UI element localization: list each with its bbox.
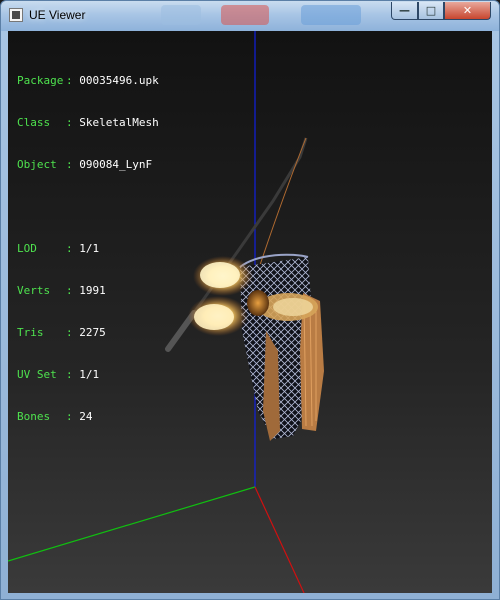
info-separator: : bbox=[66, 284, 80, 297]
info-label: Class bbox=[17, 116, 51, 129]
package-value: 00035496.upk bbox=[79, 74, 159, 87]
info-label: LOD bbox=[17, 242, 37, 255]
viewport[interactable]: Package: 00035496.upk Class: SkeletalMes… bbox=[8, 31, 492, 593]
info-row-uvset: UV Set: 1/1 bbox=[17, 368, 159, 382]
info-separator: : bbox=[66, 242, 80, 255]
background-blur bbox=[301, 5, 361, 25]
info-separator: : bbox=[66, 116, 80, 129]
minimize-icon: — bbox=[399, 4, 410, 17]
info-row-lod: LOD: 1/1 bbox=[17, 242, 159, 256]
bow-loop-bottom bbox=[194, 304, 234, 330]
info-separator: : bbox=[66, 326, 80, 339]
tris-value: 2275 bbox=[79, 326, 106, 339]
uvset-value: 1/1 bbox=[79, 368, 100, 381]
info-row-verts: Verts: 1991 bbox=[17, 284, 159, 298]
info-label: Package bbox=[17, 74, 64, 87]
object-value: 090084_LynF bbox=[79, 158, 153, 171]
app-icon bbox=[9, 8, 23, 22]
background-blur bbox=[161, 5, 201, 25]
bow-loop-top bbox=[200, 262, 240, 288]
title-bar[interactable]: UE Viewer — □ ✕ bbox=[1, 1, 499, 31]
info-separator: : bbox=[66, 74, 80, 87]
background-blur bbox=[221, 5, 269, 25]
window-title: UE Viewer bbox=[29, 8, 86, 22]
info-row-tris: Tris: 2275 bbox=[17, 326, 159, 340]
bow-knot bbox=[247, 290, 269, 316]
mesh-info-overlay: Package: 00035496.upk Class: SkeletalMes… bbox=[17, 46, 159, 452]
lod-value: 1/1 bbox=[79, 242, 100, 255]
maximize-icon: □ bbox=[425, 4, 437, 17]
maximize-button[interactable]: □ bbox=[418, 2, 444, 20]
info-label: Tris bbox=[17, 326, 44, 339]
class-value: SkeletalMesh bbox=[79, 116, 159, 129]
info-separator: : bbox=[66, 410, 80, 423]
info-separator: : bbox=[66, 158, 80, 171]
info-label: Verts bbox=[17, 284, 51, 297]
info-row-class: Class: SkeletalMesh bbox=[17, 116, 159, 130]
info-row-package: Package: 00035496.upk bbox=[17, 74, 159, 88]
info-row-object: Object: 090084_LynF bbox=[17, 158, 159, 172]
info-separator: : bbox=[66, 368, 80, 381]
info-row-bones: Bones: 24 bbox=[17, 410, 159, 424]
close-icon: ✕ bbox=[462, 4, 473, 17]
minimize-button[interactable]: — bbox=[391, 2, 418, 20]
verts-value: 1991 bbox=[79, 284, 106, 297]
app-window: UE Viewer — □ ✕ Package: 00035496.upk C… bbox=[0, 0, 500, 600]
bones-value: 24 bbox=[79, 410, 93, 423]
bow-wing-right-inner bbox=[273, 298, 313, 316]
close-button[interactable]: ✕ bbox=[444, 2, 491, 20]
info-label: UV Set bbox=[17, 368, 57, 381]
info-label: Bones bbox=[17, 410, 51, 423]
y-axis bbox=[8, 486, 256, 562]
info-label: Object bbox=[17, 158, 57, 171]
x-axis bbox=[254, 486, 305, 593]
